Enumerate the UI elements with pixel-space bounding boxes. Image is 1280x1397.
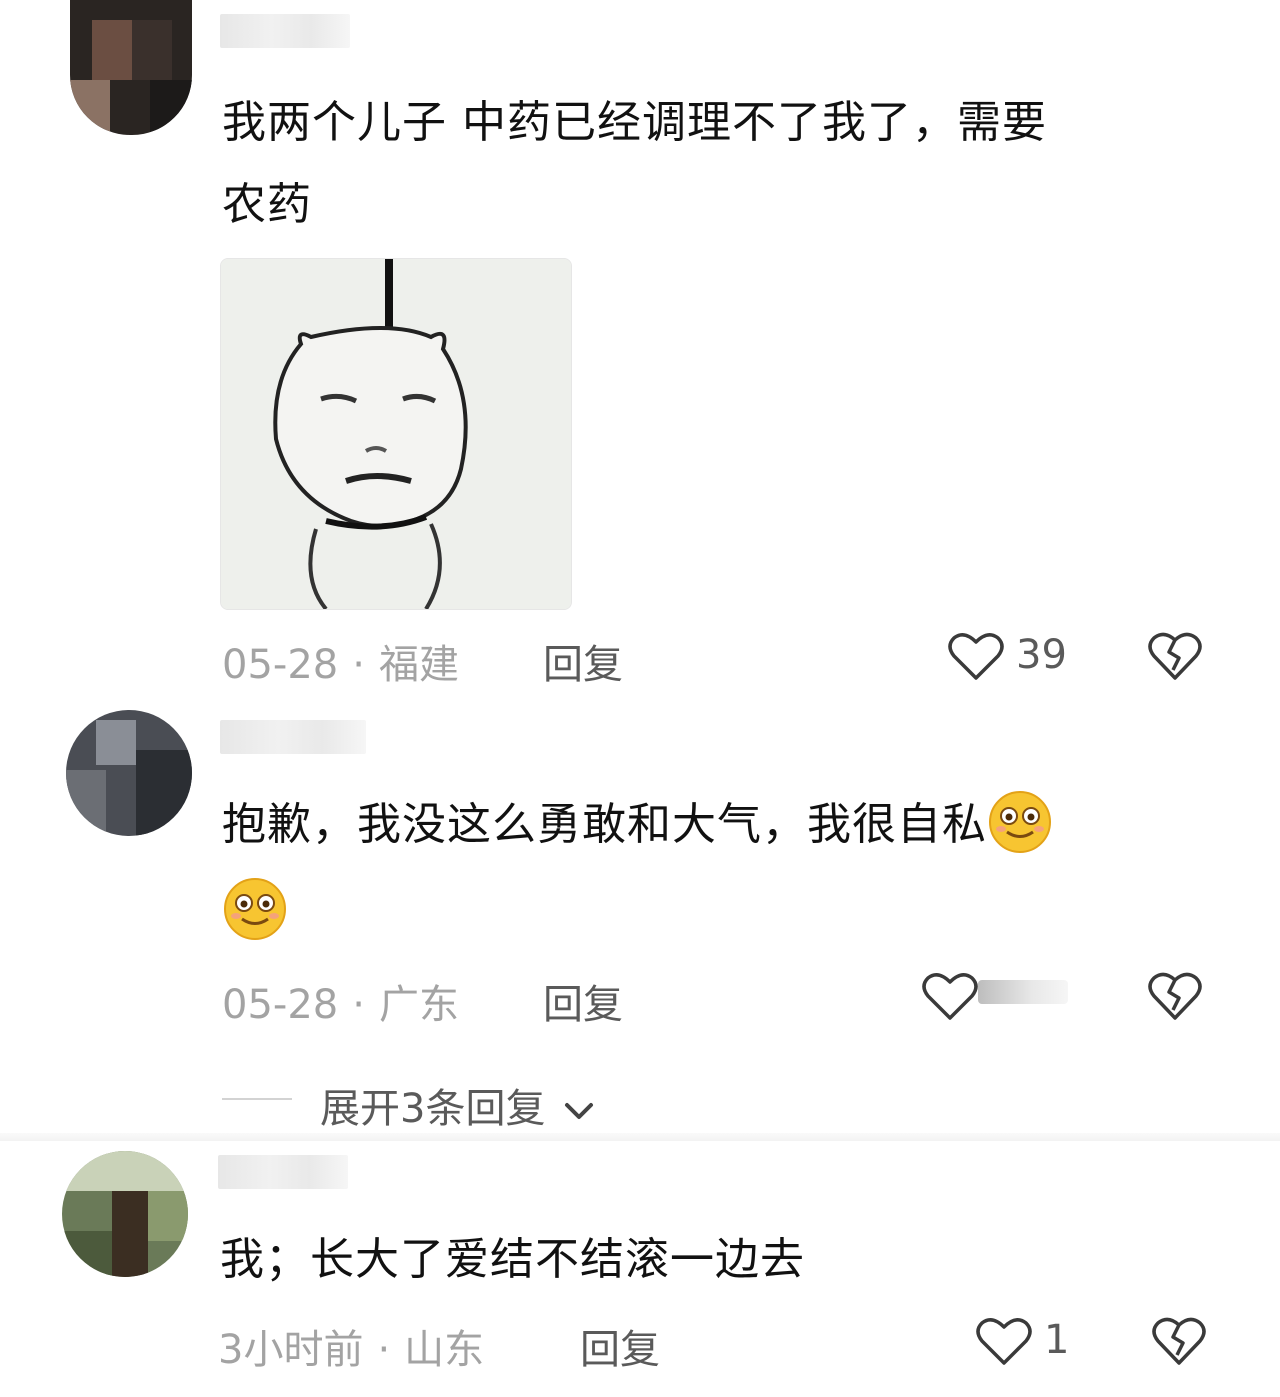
meta-separator: ·: [352, 982, 365, 1028]
comment-meta: 3小时前 · 山东: [218, 1317, 484, 1375]
heart-outline-icon[interactable]: [948, 630, 1004, 682]
like-count-blurred: [978, 980, 1068, 1004]
meta-separator: ·: [377, 1327, 391, 1373]
comment-text: 我；长大了爱结不结滚一边去: [220, 1234, 805, 1285]
reply-button[interactable]: 回复: [543, 632, 623, 690]
broken-heart-icon[interactable]: [1152, 1315, 1206, 1367]
smiling-face-emoji: [224, 878, 286, 940]
avatar[interactable]: [70, 0, 192, 135]
reply-button[interactable]: 回复: [543, 972, 623, 1030]
comment-text: 我两个儿子 中药已经调理不了我了，需要 农药: [222, 97, 1047, 230]
comment-text: 抱歉，我没这么勇敢和大气，我很自私: [222, 784, 1053, 948]
sticker-image[interactable]: [220, 258, 572, 610]
comment-date: 05-28: [222, 982, 339, 1028]
expand-divider-line: [222, 1098, 292, 1100]
comment-location: 山东: [404, 1327, 485, 1373]
username[interactable]: [220, 720, 366, 754]
comment-meta: 05-28 · 福建: [222, 632, 459, 690]
comment-item: 我两个儿子 中药已经调理不了我了，需要 农药 05-28 · 福建 回复 39: [0, 0, 1280, 700]
heart-outline-icon[interactable]: [922, 970, 978, 1022]
comment-location: 广东: [378, 982, 459, 1028]
avatar[interactable]: [62, 1151, 188, 1277]
hanging-face-sticker: [221, 259, 571, 609]
broken-heart-icon[interactable]: [1148, 630, 1202, 682]
reply-button[interactable]: 回复: [580, 1317, 660, 1375]
comment-meta: 05-28 · 广东: [222, 972, 459, 1030]
broken-heart-icon[interactable]: [1148, 970, 1202, 1022]
like-count: 39: [1016, 632, 1067, 678]
username[interactable]: [218, 1155, 348, 1189]
comment-date: 3小时前: [218, 1327, 364, 1373]
avatar[interactable]: [66, 710, 192, 836]
chevron-down-icon: [565, 1103, 594, 1119]
comment-item: 抱歉，我没这么勇敢和大气，我很自私 05-28 · 广东 回复: [0, 700, 1280, 1130]
meta-separator: ·: [352, 642, 365, 688]
smiling-face-emoji: [989, 791, 1051, 853]
comment-date: 05-28: [222, 642, 339, 688]
heart-outline-icon[interactable]: [976, 1315, 1032, 1367]
comment-item: 我；长大了爱结不结滚一边去 3小时前 · 山东 回复 1: [0, 1141, 1280, 1397]
like-count: 1: [1044, 1317, 1070, 1363]
expand-replies-button[interactable]: 展开3条回复: [320, 1076, 596, 1134]
comment-location: 福建: [378, 642, 459, 688]
section-divider: [0, 1133, 1280, 1141]
username[interactable]: [220, 14, 350, 48]
